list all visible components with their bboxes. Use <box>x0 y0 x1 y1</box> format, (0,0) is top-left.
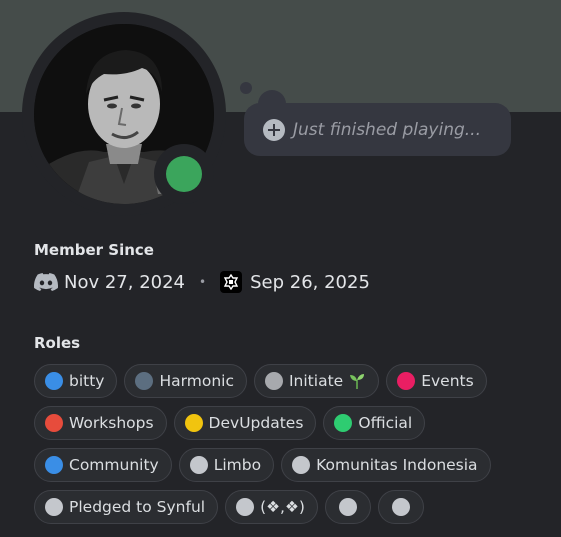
role-color-dot <box>45 456 63 474</box>
role-label: Initiate <box>288 372 344 390</box>
role-pill[interactable]: Official <box>323 406 426 440</box>
add-status-icon[interactable] <box>263 118 285 141</box>
date-separator: • <box>199 275 207 289</box>
member-since-row: Nov 27, 2024 • Sep 26, 2025 <box>34 268 370 296</box>
role-color-dot <box>397 372 416 390</box>
role-row: bitty Harmonic Initiate Events <box>34 364 554 398</box>
role-pill[interactable] <box>324 490 371 524</box>
role-pill[interactable]: Komunitas Indonesia <box>281 448 491 482</box>
role-color-dot <box>135 372 154 390</box>
custom-status-text: Just finished playing... <box>293 119 481 140</box>
role-color-dot <box>45 372 63 390</box>
role-row: Pledged to Synful (❖,❖) <box>34 490 554 524</box>
role-pill[interactable]: DevUpdates <box>173 406 317 440</box>
role-color-dot <box>292 456 311 474</box>
sprout-icon <box>350 374 365 389</box>
role-pill[interactable]: Limbo <box>178 448 275 482</box>
role-color-dot <box>189 456 208 474</box>
role-pill[interactable]: Events <box>386 364 487 398</box>
role-pill[interactable]: bitty <box>34 364 118 398</box>
role-pill[interactable]: (❖,❖) <box>225 490 318 524</box>
role-label: Harmonic <box>159 372 234 390</box>
role-row: Community Limbo Komunitas Indonesia <box>34 448 554 482</box>
member-since-heading: Member Since <box>34 241 154 259</box>
thought-bubble-dot <box>240 82 252 94</box>
role-color-dot <box>236 498 255 516</box>
roles-heading: Roles <box>34 334 81 352</box>
server-join-date: Sep 26, 2025 <box>250 271 370 293</box>
roles-list: bitty Harmonic Initiate Events Workshops DevU… <box>34 364 554 532</box>
role-label: Komunitas Indonesia <box>316 456 478 474</box>
role-pill[interactable]: Workshops <box>34 406 167 440</box>
role-pill[interactable]: Harmonic <box>124 364 247 398</box>
server-icon <box>220 271 243 293</box>
role-label: Official <box>358 414 413 432</box>
role-label: Pledged to Synful <box>69 498 206 516</box>
role-label: (❖,❖) <box>260 498 305 516</box>
role-label: Community <box>69 456 159 474</box>
custom-status-bubble[interactable]: Just finished playing... <box>244 103 511 156</box>
discord-join-date: Nov 27, 2024 <box>64 271 186 293</box>
role-pill[interactable] <box>377 490 424 524</box>
role-color-dot <box>45 498 63 516</box>
role-color-dot <box>334 414 353 432</box>
role-color-dot <box>391 498 410 516</box>
role-color-dot <box>338 498 357 516</box>
role-pill[interactable]: Pledged to Synful <box>34 490 219 524</box>
role-row: Workshops DevUpdates Official <box>34 406 554 440</box>
role-color-dot <box>184 414 203 432</box>
role-label: Limbo <box>213 456 262 474</box>
discord-icon <box>34 273 58 291</box>
role-label: bitty <box>69 372 105 390</box>
online-status-indicator <box>166 156 202 192</box>
role-color-dot <box>45 414 63 432</box>
role-label: Workshops <box>69 414 154 432</box>
role-color-dot <box>264 372 283 390</box>
role-pill[interactable]: Community <box>34 448 172 482</box>
role-label: Events <box>421 372 474 390</box>
role-pill[interactable]: Initiate <box>253 364 380 398</box>
role-label: DevUpdates <box>208 414 304 432</box>
